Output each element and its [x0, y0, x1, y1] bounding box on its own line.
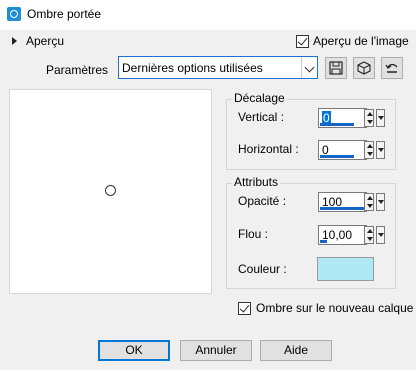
- expand-arrow-icon[interactable]: [12, 37, 17, 45]
- help-button[interactable]: Aide: [260, 340, 332, 361]
- presets-dropdown[interactable]: Dernières options utilisées: [118, 56, 318, 79]
- color-label: Couleur :: [238, 262, 287, 276]
- opacity-spin-button[interactable]: [364, 193, 374, 211]
- horizontal-input[interactable]: 0: [318, 140, 367, 160]
- floppy-disk-icon: [329, 61, 343, 75]
- reset-button[interactable]: [353, 57, 375, 79]
- image-preview-checkbox[interactable]: [296, 35, 309, 48]
- preview-toggle-label[interactable]: Aperçu: [26, 34, 64, 48]
- cube-icon: [357, 61, 371, 75]
- opacity-label: Opacité :: [238, 194, 287, 208]
- vertical-input[interactable]: 0: [318, 108, 367, 128]
- save-preset-button[interactable]: [325, 57, 347, 79]
- blur-spin-button[interactable]: [364, 226, 374, 244]
- horizontal-slider-bar[interactable]: [320, 155, 354, 158]
- horizontal-dropdown-button[interactable]: [376, 141, 385, 159]
- presets-selected-value: Dernières options utilisées: [122, 61, 263, 75]
- opacity-slider-bar[interactable]: [320, 207, 365, 210]
- image-preview-label[interactable]: Aperçu de l'image: [313, 34, 409, 48]
- vertical-slider-bar[interactable]: [320, 123, 354, 126]
- manage-presets-button[interactable]: [381, 57, 403, 79]
- undo-arrow-icon: [385, 63, 398, 73]
- attributes-group-title: Attributs: [232, 175, 281, 189]
- blur-input[interactable]: 10,00: [318, 225, 367, 245]
- window-title: Ombre portée: [27, 7, 102, 21]
- shadow-new-layer-label[interactable]: Ombre sur le nouveau calque: [256, 301, 413, 315]
- horizontal-spin-button[interactable]: [364, 141, 374, 159]
- vertical-spin-button[interactable]: [364, 109, 374, 127]
- blur-slider-bar[interactable]: [320, 240, 327, 243]
- chevron-down-icon[interactable]: [301, 57, 317, 78]
- offset-group-title: Décalage: [232, 91, 287, 105]
- app-icon: [7, 7, 21, 21]
- presets-label: Paramètres: [46, 63, 109, 77]
- opacity-dropdown-button[interactable]: [376, 193, 385, 211]
- preview-canvas[interactable]: [9, 89, 212, 294]
- color-swatch[interactable]: [317, 257, 374, 281]
- shadow-new-layer-checkbox[interactable]: [238, 302, 251, 315]
- title-bar: Ombre portée: [0, 0, 416, 30]
- ok-button[interactable]: OK: [98, 340, 170, 361]
- blur-dropdown-button[interactable]: [376, 226, 385, 244]
- vertical-dropdown-button[interactable]: [376, 109, 385, 127]
- cancel-button[interactable]: Annuler: [180, 340, 252, 361]
- blur-label: Flou :: [238, 227, 269, 241]
- horizontal-label: Horizontal :: [238, 142, 299, 156]
- vertical-label: Vertical :: [238, 110, 285, 124]
- opacity-input[interactable]: 100: [318, 192, 367, 212]
- preview-cursor-circle: [105, 185, 116, 196]
